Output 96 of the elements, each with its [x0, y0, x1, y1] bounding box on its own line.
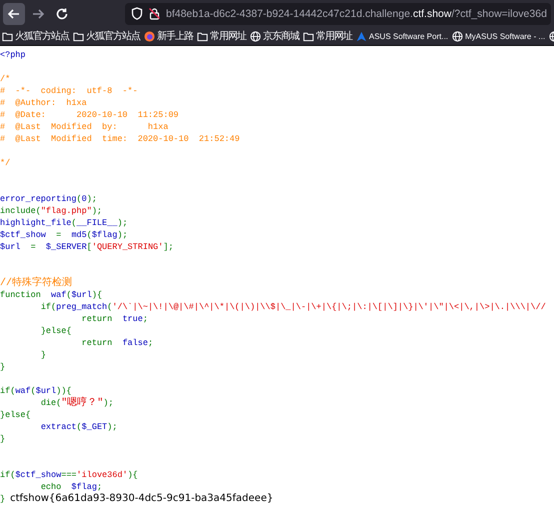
code-token: echo [40, 481, 62, 493]
code-token: }else{ [0, 409, 31, 421]
code-token: $url [0, 241, 20, 253]
code-token: ); [117, 217, 128, 229]
bookmark-item[interactable]: 常用网址 [197, 29, 246, 43]
code-token: # @Last Modified by: h1xa [0, 121, 168, 133]
folder-icon [197, 30, 208, 42]
code-token: ]; [163, 241, 174, 253]
bookmark-item[interactable]: 京东商城 [250, 29, 299, 43]
code-token: 'ilove36d' [76, 469, 128, 481]
shield-icon[interactable] [131, 7, 143, 20]
bookmark-item[interactable]: 火狐官方站点 [2, 29, 69, 43]
code-token: ; [148, 337, 154, 349]
code-token: ); [92, 205, 102, 217]
code-token: ){ [92, 289, 102, 301]
code-token: ( [76, 421, 82, 433]
code-token: } [0, 433, 6, 445]
code-token: # @Last Modified time: 2020-10-10 21:52:49 [0, 133, 240, 145]
code-token: $ctf_show [15, 469, 62, 481]
globe-icon [250, 30, 261, 42]
code-token: ( [86, 229, 92, 241]
code-token: [ [86, 241, 92, 253]
code-token: ; [96, 481, 102, 493]
code-token: ( [76, 193, 82, 205]
code-token: $flag [92, 229, 118, 241]
code-token: '/\`|\~|\!|\@|\#|\^|\*|\(|\)|\\$|\_|\-|\+|\{|\;|\:|\[|\]|\}|\'|\"|\<|\,|\>|\.|\\\|\// [112, 301, 546, 313]
code-token: ); [117, 229, 128, 241]
insecure-lock-icon[interactable] [148, 7, 161, 20]
code-token: 'QUERY_STRING' [92, 241, 164, 253]
code-token: die( [40, 397, 62, 409]
triangle-icon [356, 30, 367, 42]
folder-icon [73, 30, 84, 42]
folder-icon [303, 30, 314, 42]
code-token: return [80, 313, 114, 325]
code-token: waf [51, 289, 66, 301]
code-token: $_SERVER [46, 241, 87, 253]
code-token: = [30, 241, 37, 253]
code-token: true [122, 313, 143, 325]
code-token: waf [15, 385, 31, 397]
code-token: if( [40, 301, 56, 313]
code-token: $ctf_show [0, 229, 46, 241]
code-token: $flag [71, 481, 97, 493]
code-token: if( [0, 469, 16, 481]
bookmark-item[interactable]: MyASUS Software - ... [452, 30, 546, 42]
back-arrow-icon [7, 6, 21, 20]
code-token: 0 [82, 193, 87, 205]
code-token: false [122, 337, 148, 349]
code-token: $url [36, 385, 56, 397]
code-token: }else{ [40, 325, 72, 337]
folder-icon [2, 30, 13, 42]
code-token: = [55, 229, 62, 241]
code-token: md5 [71, 229, 87, 241]
code-token: <?php [0, 49, 26, 61]
code-token: === [61, 469, 77, 481]
code-token: ); [107, 421, 118, 433]
code-token: __FILE__ [76, 217, 118, 229]
code-token: error_reporting [0, 193, 77, 205]
code-token: } [40, 349, 46, 361]
output-text: ctfshow{6a61da93-8930-4dc5-9c91-ba3a45fadeee} [10, 493, 274, 505]
code-token: */ [0, 157, 10, 169]
code-token: )){ [56, 385, 72, 397]
code-token: include( [0, 205, 41, 217]
code-token: ( [107, 301, 112, 313]
bookmark-item[interactable]: 常用网址 [303, 29, 352, 43]
code-token: if( [0, 385, 16, 397]
bookmark-item[interactable]: ASUS Software Port... [356, 30, 448, 42]
code-token: extract [40, 421, 77, 433]
code-token: ){ [128, 469, 138, 481]
code-token: /* [0, 73, 10, 85]
code-token: function [0, 289, 42, 301]
code-token: return [80, 337, 114, 349]
back-button[interactable] [3, 2, 25, 24]
code-token: ( [66, 289, 72, 301]
code-token: # @Date: 2020-10-10 11:25:09 [0, 109, 179, 121]
code-token: preg_match [56, 301, 108, 313]
code-token: ); [86, 193, 97, 205]
code-token: $_GET [82, 421, 108, 433]
code-token: ; [142, 313, 148, 325]
code-token: "flag.php" [40, 205, 92, 217]
code-token: # @Author: h1xa [0, 97, 87, 109]
code-token: ( [30, 385, 36, 397]
code-token: highlight_file [0, 217, 72, 229]
reload-icon [55, 6, 69, 20]
code-token: "嗯哼？" [61, 398, 104, 410]
code-token: $url [71, 289, 92, 301]
address-field[interactable]: bf48eb1a-d6c2-4387-b924-14442c47c21d.challenge.ctf.show/?ctf_show=ilove36d [125, 2, 551, 24]
globe-icon [452, 30, 464, 42]
bookmark-item[interactable]: 火狐官方站点 [73, 29, 140, 43]
code-token: ( [71, 217, 77, 229]
code-token: ); [103, 397, 114, 409]
forward-arrow-icon [31, 6, 45, 20]
code-token: } [0, 361, 6, 373]
code-token: # -*- coding: utf-8 -*- [0, 85, 138, 97]
bookmark-item[interactable]: 新手上路 [144, 29, 193, 43]
code-token: //特殊字符检测 [0, 278, 72, 290]
code-token: } [0, 493, 6, 505]
